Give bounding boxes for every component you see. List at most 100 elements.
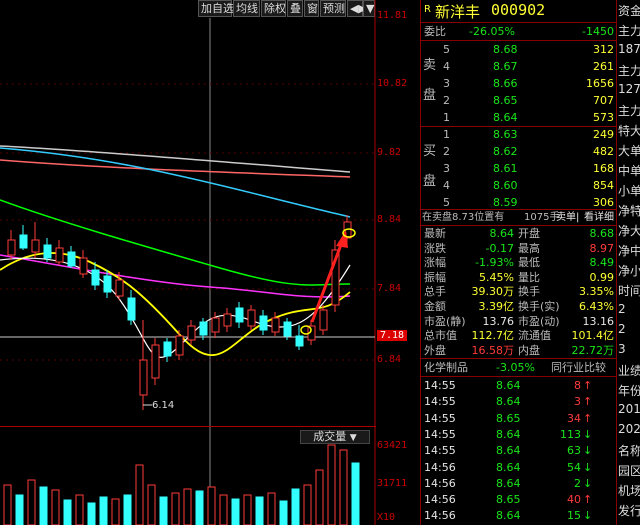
volume-bar: [135, 464, 144, 525]
order-price: 8.62: [493, 145, 518, 158]
order-price: 8.61: [493, 162, 518, 175]
tick-row: 14:56 8.64 2 ↓: [421, 476, 617, 491]
weibi-row: 委比 -26.05% -1450: [421, 24, 617, 39]
order-level: 1: [443, 111, 450, 124]
side-panel-label: 3: [618, 342, 626, 356]
tick-price: 8.64: [496, 460, 521, 474]
kline-chart[interactable]: [0, 0, 420, 525]
tick-time: 14:56: [424, 493, 456, 507]
view-detail-button[interactable]: 看详细: [584, 210, 614, 225]
volume-bar: [219, 494, 228, 525]
quote-panel: R 新洋丰 000902 委比 -26.05% -1450 在卖盘8.73位置有…: [420, 0, 617, 525]
stat-value: 39.30万: [471, 285, 515, 299]
stat-row: 总手 39.30万 换手 3.35%: [421, 284, 617, 299]
tick-time: 14:55: [424, 395, 456, 409]
volume-axis-label: 63421: [377, 440, 408, 451]
order-volume: 261: [593, 60, 614, 73]
stat-label: 流通值: [518, 329, 551, 343]
tick-direction-icon: ↓: [583, 444, 593, 458]
tick-price: 8.64: [496, 379, 521, 392]
sell-row: 1 8.64 573: [421, 110, 617, 125]
rzrq-badge: R: [424, 4, 431, 15]
order-level: 2: [443, 145, 450, 158]
tick-price: 8.65: [496, 411, 521, 425]
stat-value: 3.39亿: [478, 300, 515, 313]
volume-axis-label: 31711: [377, 478, 408, 489]
order-volume: 312: [593, 43, 614, 56]
volume-bar: [15, 494, 24, 525]
stat-row: 外盘 16.58万 内盘 22.72万: [421, 343, 617, 358]
candle-body: [103, 275, 112, 293]
stock-code: 000902: [491, 1, 546, 19]
stat-value: 101.4亿: [571, 329, 615, 343]
tick-time: 14:56: [424, 509, 456, 523]
order-level: 1: [443, 128, 450, 141]
ma250-line: [0, 145, 351, 173]
side-panel-label: 园区: [618, 464, 640, 478]
sell-row: 3 8.66 1656: [421, 76, 617, 91]
side-panel-label: 时间: [618, 284, 640, 298]
price-axis-label: 7.18: [377, 330, 408, 341]
low-price-marker: 6.14: [152, 400, 175, 411]
weicha-value: -1450: [582, 25, 614, 38]
sector-name[interactable]: 化学制品: [424, 360, 468, 375]
stock-name: 新洋丰: [435, 3, 481, 21]
side-panel-label: 净中: [618, 244, 640, 258]
side-panel-label: 中单: [618, 164, 640, 178]
kline-chart-panel[interactable]: 加自选 均线 除权叠窗预测 ◀▶ ▼ 成交量 ▼ 11.81 10.82 9.82 8.84 7…: [0, 0, 420, 525]
divider: [421, 376, 617, 377]
price-axis-label: 7.84: [377, 283, 402, 294]
order-level: 2: [443, 94, 450, 107]
volume-bar: [111, 498, 120, 525]
order-volume: 573: [593, 111, 614, 124]
side-panel-label: 187: [618, 42, 640, 56]
sell-row: 2 8.65 707: [421, 93, 617, 108]
volume-label: 成交量: [313, 430, 347, 443]
stat-value: -0.17: [485, 241, 514, 255]
tick-row: 14:56 8.64 15 ↓: [421, 508, 617, 523]
tick-volume: 113: [560, 427, 581, 441]
tick-direction-icon: ↓: [583, 460, 593, 474]
stat-value: 0.99: [589, 270, 615, 284]
order-volume: 854: [593, 179, 614, 192]
stat-value: 8.97: [589, 241, 615, 255]
volume-bar: [99, 496, 108, 525]
candle-body: [295, 335, 304, 347]
volume-bar: [171, 492, 180, 525]
stat-row: 涨跌 -0.17 最高 8.97: [421, 241, 617, 256]
fund-flow-panel: 资金主力 187 主力 1270 主力特大大单中单小单净特净大净中净小时间 2 2 3 业绩年份…: [616, 0, 640, 525]
order-volume: 249: [593, 128, 614, 141]
tick-time: 14:56: [424, 476, 456, 490]
candle-body: [163, 341, 172, 357]
stat-value: 13.76: [482, 314, 515, 328]
big-order-bar[interactable]: 在卖盘8.73位置有 1075手 卖单| 看详细: [421, 210, 617, 225]
buy-row: 4 8.60 854: [421, 178, 617, 193]
volume-bar: [207, 486, 216, 525]
stat-label: 市盈(静): [424, 314, 466, 328]
sell-row: 4 8.67 261: [421, 59, 617, 74]
stat-value: -1.93%: [475, 256, 514, 270]
volume-bar: [351, 462, 360, 525]
candle-body: [271, 317, 280, 333]
tick-volume: 63: [567, 444, 581, 458]
candle-body: [31, 239, 40, 253]
stat-row: 金额 3.39亿 换手(实) 6.43%: [421, 299, 617, 314]
candle-body: [247, 309, 256, 327]
stat-label: 总手: [424, 285, 446, 299]
volume-bar: [159, 496, 168, 525]
tick-row: 14:55 8.64 113 ↓: [421, 427, 617, 442]
tick-volume: 40: [567, 493, 581, 507]
volume-bar: [39, 486, 48, 525]
stat-value: 3.35%: [579, 285, 614, 299]
volume-bar: [279, 500, 288, 525]
stat-value: 16.58万: [471, 343, 515, 357]
volume-indicator-selector[interactable]: 成交量 ▼: [300, 430, 370, 444]
stat-label: 量比: [518, 270, 540, 284]
volume-bar: [327, 444, 336, 525]
order-volume: 306: [593, 196, 614, 209]
stat-label: 最低: [518, 256, 540, 270]
industry-compare-button[interactable]: 同行业比较: [551, 360, 606, 375]
volume-bar: [51, 489, 60, 525]
candle-body: [199, 321, 208, 336]
divider: [421, 22, 617, 23]
